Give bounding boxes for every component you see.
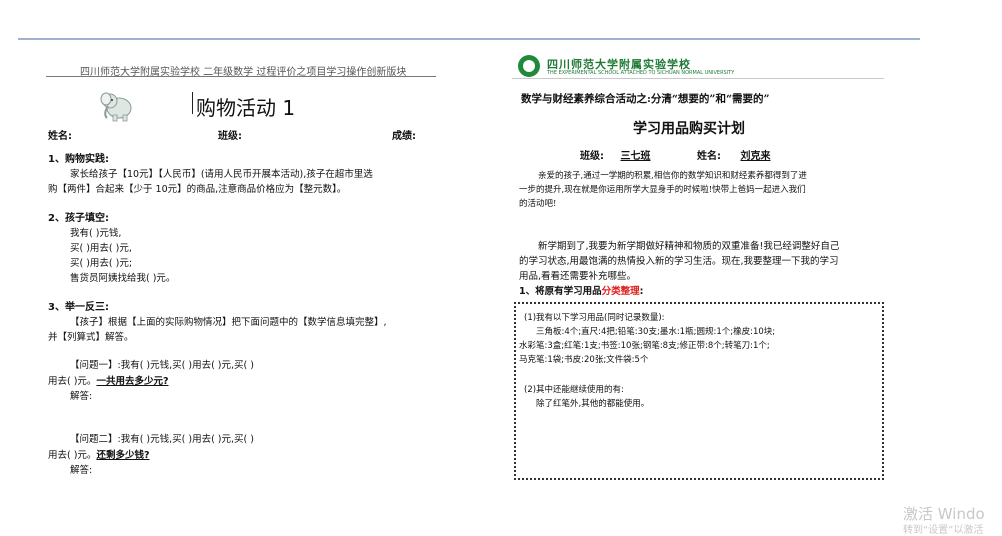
inventory-item1-line: 马克笔:1袋;书皮:20张;文件袋:5个 (519, 355, 649, 365)
s1-line2: 购【两件】合起来【少于 10元】的商品,注意商品价格应为【整元数】。 (48, 184, 347, 195)
inventory-item1-line: 水彩笔:3盒;红笔:1支;书签:10张;钢笔:8支;修正带:8个;转笔刀:1个; (519, 341, 770, 351)
name-field: 姓名: 刘克来 (697, 147, 786, 162)
section1-prefix: 1、将原有学习用品 (519, 286, 602, 297)
q2-main: 【问题二】:我有( )元钱,买( )用去( )元,买( ) (70, 434, 254, 445)
class-label-right: 班级: (580, 151, 604, 162)
class-field: 班级: 三七班 (580, 147, 663, 162)
right-header-rule (512, 78, 884, 79)
section1-highlight: 分类整理 (601, 286, 640, 297)
q1-tail: 用去( )元。一共用去多少元? (48, 373, 168, 387)
s2-line: 我有( )元钱, (70, 228, 122, 239)
left-header-rule (46, 76, 436, 77)
school-logo-icon (518, 55, 540, 77)
s3-heading: 3、举一反三: (48, 302, 109, 313)
inventory-item2-title: (2)其中还能继续使用的有: (524, 385, 624, 395)
q1-tail-a: 用去( )元。 (48, 376, 97, 387)
text-cursor (192, 92, 193, 114)
s3-line2: 并【列算式】解答。 (48, 332, 134, 343)
q1-main: 【问题一】:我有( )元钱,买( )用去( )元,买( ) (70, 360, 254, 371)
q2-answer: 解答: (70, 465, 93, 476)
q2-tail: 用去( )元。还剩多少钱? (48, 447, 149, 461)
inventory-item1-line: 三角板:4个;直尺:4把;铅笔:30支;墨水:1瓶;圆规:1个;橡皮:10块; (536, 327, 776, 337)
name-value: 刘克来 (740, 151, 771, 162)
section1-suffix: : (639, 286, 644, 297)
top-divider (18, 38, 920, 40)
s2-heading: 2、孩子填空: (48, 213, 109, 224)
name-label-right: 姓名: (697, 151, 721, 162)
intro-line1: 亲爱的孩子,通过一学期的积累,相信你的数学知识和财经素养都得到了进 (538, 171, 807, 181)
section1-heading: 1、将原有学习用品分类整理: (519, 283, 643, 297)
q2-tail-a: 用去( )元。 (48, 450, 97, 461)
q2-question: 还剩多少钱? (96, 450, 150, 461)
name-label: 姓名: (48, 131, 72, 142)
s2-line: 售货员阿姨找给我( )元。 (70, 273, 176, 284)
elephant-icon (100, 92, 132, 122)
subject-title: 数学与财经素养综合活动之:分清“想要的”和“需要的” (521, 93, 770, 105)
s1-heading: 1、购物实践: (48, 154, 109, 165)
left-title: 购物活动 1 (196, 96, 296, 120)
q1-question: 一共用去多少元? (96, 376, 169, 387)
inventory-item2-line: 除了红笔外,其他的都能使用。 (536, 399, 650, 409)
s2-line: 买( )用去( )元, (70, 243, 132, 254)
inventory-item1-title: (1)我有以下学习用品(同时记录数量): (524, 313, 665, 323)
intro-line2: 一步的提升,现在就是你运用所学大显身手的时候啦!快带上爸妈一起进入我们 (519, 185, 806, 195)
q1-answer: 解答: (70, 391, 93, 402)
s3-line1: 【孩子】根据【上面的实际购物情况】把下面问题中的【数学信息填完整】, (70, 317, 387, 328)
class-label: 班级: (218, 131, 242, 142)
para-line2: 的学习状态,用最饱满的热情投入新的学习生活。现在,我要整理一下我的学习 (519, 256, 839, 267)
s2-line: 买( )用去( )元; (70, 258, 133, 269)
activation-watermark-hint: 转到“设置”以激活 (903, 525, 984, 536)
school-logo-subtitle: THE EXPERIMENTAL SCHOOL ATTACHED TO SICH… (547, 70, 735, 76)
para-line3: 用品,看看还需要补充哪些。 (519, 271, 637, 282)
s1-line1: 家长给孩子【10元】【人民币】(请用人民币开展本活动),孩子在超市里选 (70, 169, 373, 180)
class-value: 三七班 (620, 151, 651, 162)
para-line1: 新学期到了,我要为新学期做好精神和物质的双重准备!我已经调整好自己 (538, 241, 840, 252)
intro-line3: 的活动吧! (519, 199, 557, 209)
plan-title: 学习用品购买计划 (633, 121, 745, 137)
score-label: 成绩: (392, 131, 416, 142)
